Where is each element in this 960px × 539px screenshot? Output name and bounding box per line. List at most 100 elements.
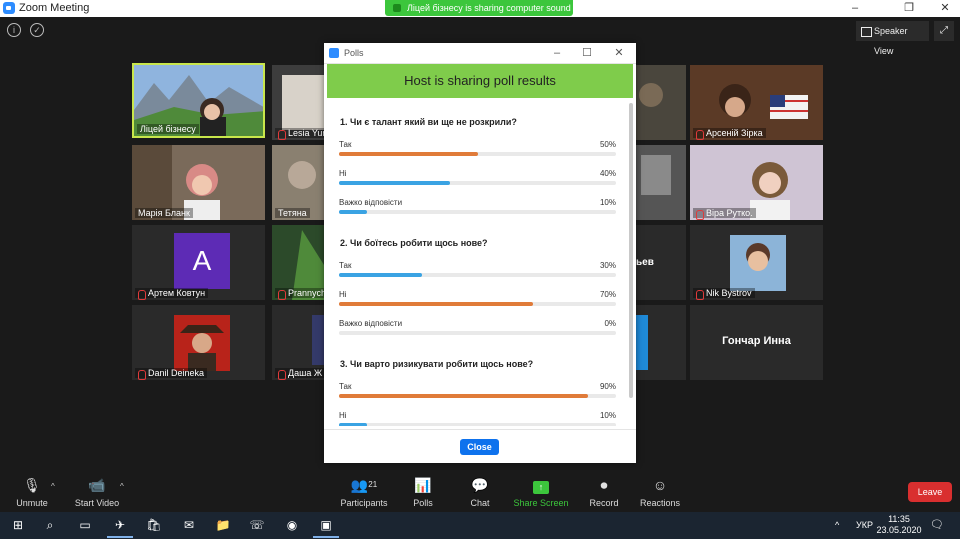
option-percent: 10%	[599, 198, 616, 207]
poll-results-body[interactable]: 1. Чи є талант який ви ще не розкрили? Т…	[336, 113, 630, 426]
participant-name: Артем Ковтун	[135, 288, 209, 300]
record-label: Record	[589, 498, 619, 508]
maximize-button[interactable]: ❐	[894, 0, 924, 17]
participant-name: Prannych	[275, 288, 324, 300]
sharing-sound-text: Ліцей бізнесу is sharing computer sound	[407, 3, 571, 13]
option-percent: 30%	[599, 261, 616, 270]
participant-tile[interactable]: Даша Ж	[272, 305, 324, 380]
video-options-caret-icon[interactable]: ^	[120, 482, 124, 491]
telegram-app-icon[interactable]: ✈	[107, 516, 133, 538]
system-clock[interactable]: 11:35 23.05.2020	[876, 514, 922, 536]
participant-tile[interactable]: Lesia Yur	[272, 65, 324, 140]
participant-tile[interactable]: Тетяна	[272, 145, 324, 220]
input-language[interactable]: УКР	[856, 520, 873, 530]
polls-maximize-button[interactable]: ☐	[572, 43, 602, 64]
microphone-muted-icon: 🎙	[23, 477, 41, 493]
result-bar	[339, 181, 450, 185]
tray-expand-caret-icon[interactable]: ^	[835, 520, 839, 530]
sharing-sound-banner[interactable]: Ліцей бізнесу is sharing computer sound	[385, 0, 573, 16]
notifications-icon[interactable]: 🗨	[930, 518, 944, 531]
polls-window[interactable]: Polls – ☐ ✕ Host is sharing poll results…	[324, 43, 636, 463]
viber-app-icon[interactable]: ☏	[248, 516, 266, 534]
participant-tile[interactable]: Prannych	[272, 225, 324, 300]
poll-option: Ні 10%	[339, 410, 616, 426]
speaker-view-button[interactable]: Speaker View	[856, 21, 929, 56]
option-percent: 10%	[599, 411, 616, 420]
meeting-info-icon[interactable]: i	[7, 23, 21, 37]
poll-scrollbar[interactable]	[629, 103, 633, 398]
participant-tile[interactable]	[636, 305, 686, 380]
poll-footer: Close	[324, 429, 636, 463]
option-label: Важко відповісти	[339, 319, 403, 328]
zoom-taskbar-icon[interactable]: ▣	[313, 516, 339, 538]
participant-name: Lesia Yur	[275, 128, 324, 140]
result-bar	[339, 210, 367, 214]
participant-video	[636, 65, 686, 140]
poll-option: Ні 40%	[339, 168, 616, 197]
zoom-app-icon	[3, 2, 15, 14]
option-percent: 90%	[599, 382, 616, 391]
file-explorer-icon[interactable]: 📁	[214, 516, 232, 534]
reactions-button[interactable]: ☺ Reactions	[625, 475, 695, 508]
polls-close-button[interactable]: ✕	[604, 43, 634, 64]
participant-name: Ліцей бізнесу	[137, 124, 199, 134]
start-video-button[interactable]: 📹 Start Video	[62, 475, 132, 508]
participant-name: Арсеній Зірка	[693, 128, 766, 140]
chrome-browser-icon[interactable]: ◉	[283, 516, 301, 534]
participant-tile[interactable]: Nik Bystrov	[690, 225, 823, 300]
participant-tile[interactable]: Марія Бланк	[132, 145, 265, 220]
result-bar	[339, 302, 533, 306]
poll-question: 1. Чи є талант який ви ще не розкрили?	[340, 117, 517, 127]
poll-option: Так 50%	[339, 139, 616, 168]
minimize-button[interactable]: –	[840, 0, 870, 17]
participant-tile[interactable]	[636, 65, 686, 140]
poll-results-header: Host is sharing poll results	[327, 64, 633, 98]
option-percent: 40%	[599, 169, 616, 178]
participant-name: Віра Рутко.	[693, 208, 756, 220]
result-bar-track	[339, 210, 616, 214]
option-label: Ні	[339, 411, 347, 420]
polls-minimize-button[interactable]: –	[542, 43, 572, 64]
task-view-icon[interactable]: ▭	[76, 516, 94, 534]
participant-tile[interactable]	[636, 145, 686, 220]
mail-icon[interactable]: ✉	[180, 516, 198, 534]
result-bar-track	[339, 181, 616, 185]
result-bar-track	[339, 394, 616, 398]
reactions-label: Reactions	[639, 498, 681, 508]
participant-name: Тетяна	[275, 208, 310, 218]
option-label: Важко відповісти	[339, 198, 403, 207]
participant-tile[interactable]: A Артем Ковтун	[132, 225, 265, 300]
poll-option: Ні 70%	[339, 289, 616, 318]
participant-tile[interactable]: Danil Deineka	[132, 305, 265, 380]
fullscreen-icon[interactable]: ⤢	[934, 21, 954, 41]
sound-icon	[393, 4, 401, 12]
unmute-button[interactable]: 🎙 Unmute	[0, 475, 67, 508]
result-bar	[339, 152, 478, 156]
participant-name-partial: ьев	[636, 257, 654, 268]
chat-label: Chat	[470, 498, 490, 508]
meeting-controls-bar: 🎙 Unmute ^ 📹 Start Video ^ 👥21 Participa…	[0, 470, 960, 512]
leave-meeting-button[interactable]: Leave	[908, 482, 952, 502]
participant-tile[interactable]: Гончар Инна	[690, 305, 823, 380]
participants-count: 21	[368, 480, 378, 489]
windows-start-icon[interactable]: ⊞	[9, 516, 27, 534]
encryption-shield-icon[interactable]: ✓	[30, 23, 44, 37]
participant-tile-active[interactable]: Ліцей бізнесу	[132, 63, 265, 138]
participant-tile[interactable]: Віра Рутко.	[690, 145, 823, 220]
chat-button[interactable]: 💬 Chat	[445, 475, 515, 508]
option-label: Так	[339, 382, 352, 391]
poll-question: 3. Чи варто ризикувати робити щось нове?	[340, 359, 534, 369]
share-screen-icon: ↑	[506, 475, 576, 495]
option-percent: 70%	[599, 290, 616, 299]
participant-video	[636, 305, 686, 380]
close-poll-button[interactable]: Close	[460, 439, 499, 455]
audio-options-caret-icon[interactable]: ^	[51, 482, 55, 491]
close-window-button[interactable]: ✕	[930, 0, 960, 17]
search-icon[interactable]: ⌕	[41, 516, 59, 534]
result-bar-track	[339, 423, 616, 426]
share-screen-button[interactable]: ↑ Share Screen	[506, 475, 576, 508]
start-video-label: Start Video	[74, 498, 120, 508]
participant-tile[interactable]: Арсеній Зірка	[690, 65, 823, 140]
microsoft-store-icon[interactable]: 🛍	[145, 516, 163, 534]
participant-tile[interactable]: ьев	[636, 225, 686, 300]
